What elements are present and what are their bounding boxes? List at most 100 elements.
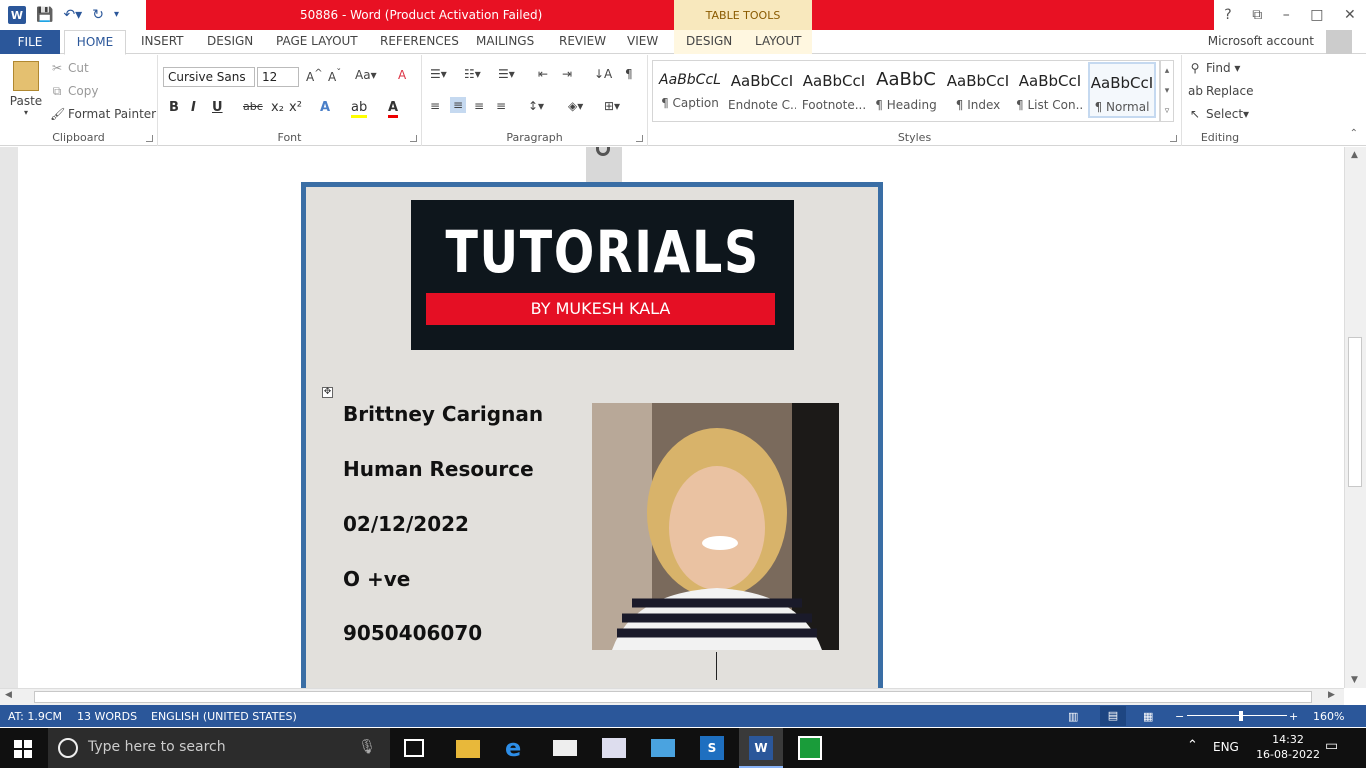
- help-button[interactable]: ?: [1224, 7, 1231, 23]
- zoom-slider-thumb[interactable]: [1239, 711, 1243, 721]
- tab-design[interactable]: DESIGN: [207, 34, 253, 48]
- font-color-icon[interactable]: A: [388, 100, 399, 118]
- word-app-icon[interactable]: W: [8, 6, 26, 24]
- bold-icon[interactable]: B: [169, 100, 179, 115]
- zoom-slider[interactable]: [1187, 715, 1287, 716]
- align-center-icon[interactable]: ≡: [450, 97, 467, 113]
- vertical-scrollbar[interactable]: ▲ ▼: [1344, 147, 1366, 688]
- style-footnote[interactable]: AaBbCcI Footnote...: [800, 62, 868, 118]
- font-launcher-icon[interactable]: [410, 135, 417, 142]
- scroll-left-icon[interactable]: ◀: [5, 690, 12, 700]
- zoom-level[interactable]: 160%: [1313, 710, 1344, 723]
- account-name[interactable]: Microsoft account: [1208, 34, 1314, 48]
- maximize-button[interactable]: □: [1310, 7, 1323, 23]
- employee-photo[interactable]: [592, 403, 839, 650]
- windows-start-icon[interactable]: [14, 740, 32, 758]
- tab-page-layout[interactable]: PAGE LAYOUT: [276, 34, 358, 48]
- system-clock[interactable]: 14:32 16-08-2022: [1256, 732, 1320, 762]
- superscript-icon[interactable]: x²: [289, 100, 302, 115]
- subscript-icon[interactable]: x₂: [271, 100, 284, 115]
- tab-view[interactable]: VIEW: [627, 34, 658, 48]
- text-effects-icon[interactable]: A: [320, 100, 330, 115]
- style-list-continue[interactable]: AaBbCcI ¶ List Con...: [1016, 62, 1084, 118]
- media-player-icon[interactable]: [798, 736, 822, 760]
- borders-icon[interactable]: ⊞▾: [604, 99, 620, 113]
- vertical-scroll-thumb[interactable]: [1348, 337, 1362, 487]
- tab-mailings[interactable]: MAILINGS: [476, 34, 534, 48]
- font-size-combo[interactable]: 12: [257, 67, 299, 87]
- decrease-indent-icon[interactable]: ⇤: [538, 67, 548, 81]
- line-spacing-icon[interactable]: ↕▾: [528, 99, 544, 113]
- paste-button[interactable]: Paste ▾: [8, 61, 44, 117]
- numbering-icon[interactable]: ☷▾: [464, 67, 481, 81]
- shrink-font-icon[interactable]: Aˇ: [328, 68, 341, 84]
- tab-file[interactable]: FILE: [0, 30, 60, 54]
- scroll-right-icon[interactable]: ▶: [1328, 690, 1335, 700]
- web-layout-icon[interactable]: ▦: [1143, 710, 1153, 723]
- multilevel-list-icon[interactable]: ☰▾: [498, 67, 515, 81]
- chevron-up-icon[interactable]: ⌃: [1187, 738, 1198, 753]
- avatar[interactable]: [1326, 30, 1352, 54]
- scroll-down-icon[interactable]: ▼: [1351, 675, 1358, 685]
- horizontal-scrollbar[interactable]: ◀ ▶: [0, 688, 1344, 705]
- print-layout-icon[interactable]: ▤: [1100, 706, 1126, 726]
- select-button[interactable]: ↖ Select▾: [1188, 107, 1249, 121]
- status-language[interactable]: ENGLISH (UNITED STATES): [151, 710, 297, 723]
- align-left-icon[interactable]: ≡: [430, 99, 440, 113]
- copy-button[interactable]: ⧉ Copy: [50, 84, 99, 99]
- clear-formatting-icon[interactable]: A: [398, 68, 406, 82]
- tab-home[interactable]: HOME: [64, 30, 126, 55]
- notifications-icon[interactable]: ▭: [1325, 738, 1338, 754]
- find-button[interactable]: ⚲ Find ▾: [1188, 61, 1241, 75]
- show-marks-icon[interactable]: ¶: [625, 67, 633, 81]
- underline-icon[interactable]: U: [212, 100, 223, 115]
- tab-table-layout[interactable]: LAYOUT: [755, 34, 801, 48]
- zoom-in-icon[interactable]: +: [1289, 710, 1298, 723]
- grow-font-icon[interactable]: A^: [306, 68, 323, 84]
- replace-button[interactable]: ab Replace: [1188, 84, 1253, 98]
- style-heading[interactable]: AaBbC ¶ Heading: [872, 62, 940, 118]
- tab-table-design[interactable]: DESIGN: [686, 34, 732, 48]
- store-icon[interactable]: [602, 738, 626, 758]
- taskbar-word-active[interactable]: W: [739, 728, 783, 768]
- highlight-icon[interactable]: ab: [351, 100, 368, 118]
- taskbar-search[interactable]: Type here to search 🎙: [48, 728, 390, 768]
- format-painter-button[interactable]: 🖌 Format Painter: [50, 107, 156, 121]
- styles-launcher-icon[interactable]: [1170, 135, 1177, 142]
- sort-icon[interactable]: ↓A: [594, 67, 612, 81]
- save-icon[interactable]: 💾: [36, 8, 53, 22]
- minimize-button[interactable]: –: [1283, 7, 1290, 23]
- status-position[interactable]: AT: 1.9CM: [8, 710, 62, 723]
- input-language[interactable]: ENG: [1213, 740, 1239, 754]
- document-page[interactable]: TUTORIALS BY MUKESH KALA ✥ Brittney Cari…: [18, 147, 1344, 688]
- justify-icon[interactable]: ≡: [496, 99, 506, 113]
- app-s-icon[interactable]: S: [700, 736, 724, 760]
- edge-browser-icon[interactable]: e: [505, 736, 529, 760]
- styles-scroll-icon[interactable]: ▴ ▾ ▿: [1160, 60, 1174, 122]
- increase-indent-icon[interactable]: ⇥: [562, 67, 572, 81]
- file-explorer-icon[interactable]: [456, 740, 480, 758]
- mail-icon[interactable]: [553, 740, 577, 756]
- cut-button[interactable]: ✂ Cut: [50, 61, 89, 75]
- shading-icon[interactable]: ◈▾: [568, 99, 583, 113]
- style-caption[interactable]: AaBbCcL ¶ Caption: [656, 62, 724, 118]
- horizontal-scroll-thumb[interactable]: [34, 691, 1312, 703]
- tab-insert[interactable]: INSERT: [141, 34, 184, 48]
- zoom-out-icon[interactable]: −: [1175, 710, 1184, 723]
- font-name-combo[interactable]: Cursive Sans: [163, 67, 255, 87]
- paragraph-launcher-icon[interactable]: [636, 135, 643, 142]
- close-button[interactable]: ✕: [1344, 7, 1356, 23]
- bullets-icon[interactable]: ☰▾: [430, 67, 447, 81]
- microphone-icon[interactable]: 🎙: [358, 739, 376, 755]
- align-right-icon[interactable]: ≡: [474, 99, 484, 113]
- ribbon-display-options-icon[interactable]: ⧉: [1252, 7, 1262, 23]
- computer-icon[interactable]: [651, 739, 675, 757]
- change-case-icon[interactable]: Aa▾: [355, 68, 377, 82]
- task-view-icon[interactable]: [404, 739, 424, 757]
- style-normal[interactable]: AaBbCcI ¶ Normal: [1088, 62, 1156, 118]
- read-mode-icon[interactable]: ▥: [1068, 710, 1078, 723]
- style-index[interactable]: AaBbCcI ¶ Index: [944, 62, 1012, 118]
- tab-references[interactable]: REFERENCES: [380, 34, 459, 48]
- status-word-count[interactable]: 13 WORDS: [77, 710, 137, 723]
- table-move-handle-icon[interactable]: ✥: [322, 387, 333, 398]
